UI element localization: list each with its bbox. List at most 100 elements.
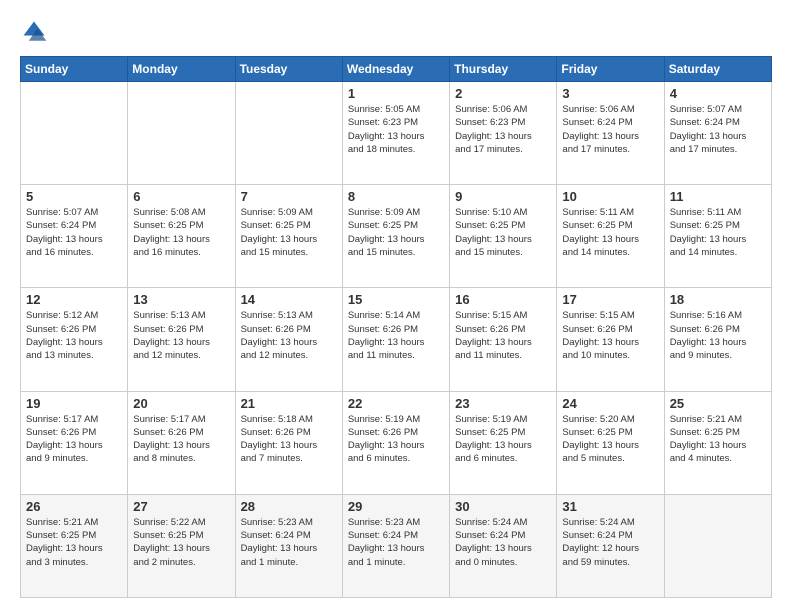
calendar-cell: 27 Sunrise: 5:22 AM Sunset: 6:25 PM Dayli… — [128, 494, 235, 597]
weekday-header: Sunday — [21, 57, 128, 82]
day-number: 18 — [670, 292, 766, 307]
day-info: Sunrise: 5:11 AM Sunset: 6:25 PM Dayligh… — [562, 206, 658, 259]
day-info: Sunrise: 5:15 AM Sunset: 6:26 PM Dayligh… — [455, 309, 551, 362]
calendar-cell: 2 Sunrise: 5:06 AM Sunset: 6:23 PM Daylig… — [450, 82, 557, 185]
day-number: 21 — [241, 396, 337, 411]
day-info: Sunrise: 5:07 AM Sunset: 6:24 PM Dayligh… — [26, 206, 122, 259]
day-info: Sunrise: 5:19 AM Sunset: 6:26 PM Dayligh… — [348, 413, 444, 466]
day-number: 12 — [26, 292, 122, 307]
day-number: 14 — [241, 292, 337, 307]
calendar-cell: 6Sunrise: 5:08 AM Sunset: 6:25 PM Daylig… — [128, 185, 235, 288]
calendar-cell: 30 Sunrise: 5:24 AM Sunset: 6:24 PM Dayli… — [450, 494, 557, 597]
day-info: Sunrise: 5:12 AM Sunset: 6:26 PM Dayligh… — [26, 309, 122, 362]
day-info: Sunrise: 5:23 AM Sunset: 6:24 PM Dayligh… — [348, 516, 444, 569]
calendar-cell: 1 Sunrise: 5:05 AM Sunset: 6:23 PM Daylig… — [342, 82, 449, 185]
weekday-header: Friday — [557, 57, 664, 82]
calendar-week-row: 5 Sunrise: 5:07 AM Sunset: 6:24 PM Daylig… — [21, 185, 772, 288]
day-number: 8 — [348, 189, 444, 204]
calendar-cell: 12 Sunrise: 5:12 AM Sunset: 6:26 PM Dayli… — [21, 288, 128, 391]
day-info: Sunrise: 5:11 AM Sunset: 6:25 PM Dayligh… — [670, 206, 766, 259]
day-number: 16 — [455, 292, 551, 307]
calendar-cell: 19Sunrise: 5:17 AM Sunset: 6:26 PM Dayli… — [21, 391, 128, 494]
day-number: 22 — [348, 396, 444, 411]
day-info: Sunrise: 5:06 AM Sunset: 6:24 PM Dayligh… — [562, 103, 658, 156]
day-number: 2 — [455, 86, 551, 101]
day-info: Sunrise: 5:20 AM Sunset: 6:25 PM Dayligh… — [562, 413, 658, 466]
day-number: 25 — [670, 396, 766, 411]
day-info: Sunrise: 5:17 AM Sunset: 6:26 PM Dayligh… — [133, 413, 229, 466]
weekday-header: Wednesday — [342, 57, 449, 82]
calendar-week-row: 12 Sunrise: 5:12 AM Sunset: 6:26 PM Dayli… — [21, 288, 772, 391]
calendar-cell: 25 Sunrise: 5:21 AM Sunset: 6:25 PM Dayli… — [664, 391, 771, 494]
day-info: Sunrise: 5:22 AM Sunset: 6:25 PM Dayligh… — [133, 516, 229, 569]
day-number: 1 — [348, 86, 444, 101]
day-info: Sunrise: 5:10 AM Sunset: 6:25 PM Dayligh… — [455, 206, 551, 259]
day-info: Sunrise: 5:24 AM Sunset: 6:24 PM Dayligh… — [455, 516, 551, 569]
day-info: Sunrise: 5:23 AM Sunset: 6:24 PM Dayligh… — [241, 516, 337, 569]
calendar-cell: 7Sunrise: 5:09 AM Sunset: 6:25 PM Daylig… — [235, 185, 342, 288]
day-number: 15 — [348, 292, 444, 307]
day-number: 10 — [562, 189, 658, 204]
day-info: Sunrise: 5:09 AM Sunset: 6:25 PM Dayligh… — [348, 206, 444, 259]
day-number: 24 — [562, 396, 658, 411]
calendar-body: 1 Sunrise: 5:05 AM Sunset: 6:23 PM Daylig… — [21, 82, 772, 598]
calendar-cell: 20Sunrise: 5:17 AM Sunset: 6:26 PM Dayli… — [128, 391, 235, 494]
calendar-cell: 3 Sunrise: 5:06 AM Sunset: 6:24 PM Daylig… — [557, 82, 664, 185]
calendar-cell: 10 Sunrise: 5:11 AM Sunset: 6:25 PM Dayli… — [557, 185, 664, 288]
logo — [20, 18, 52, 46]
calendar-cell: 9Sunrise: 5:10 AM Sunset: 6:25 PM Daylig… — [450, 185, 557, 288]
day-info: Sunrise: 5:07 AM Sunset: 6:24 PM Dayligh… — [670, 103, 766, 156]
day-number: 5 — [26, 189, 122, 204]
day-info: Sunrise: 5:15 AM Sunset: 6:26 PM Dayligh… — [562, 309, 658, 362]
day-info: Sunrise: 5:21 AM Sunset: 6:25 PM Dayligh… — [26, 516, 122, 569]
logo-icon — [20, 18, 48, 46]
calendar-cell — [235, 82, 342, 185]
calendar-header: SundayMondayTuesdayWednesdayThursdayFrid… — [21, 57, 772, 82]
calendar-cell — [128, 82, 235, 185]
day-number: 19 — [26, 396, 122, 411]
calendar-cell: 23Sunrise: 5:19 AM Sunset: 6:25 PM Dayli… — [450, 391, 557, 494]
calendar-table: SundayMondayTuesdayWednesdayThursdayFrid… — [20, 56, 772, 598]
calendar-cell: 4 Sunrise: 5:07 AM Sunset: 6:24 PM Daylig… — [664, 82, 771, 185]
calendar-cell: 18 Sunrise: 5:16 AM Sunset: 6:26 PM Dayli… — [664, 288, 771, 391]
calendar-cell: 24 Sunrise: 5:20 AM Sunset: 6:25 PM Dayli… — [557, 391, 664, 494]
calendar-cell: 11 Sunrise: 5:11 AM Sunset: 6:25 PM Dayli… — [664, 185, 771, 288]
calendar-cell: 15 Sunrise: 5:14 AM Sunset: 6:26 PM Dayli… — [342, 288, 449, 391]
weekday-header: Monday — [128, 57, 235, 82]
calendar-cell: 31Sunrise: 5:24 AM Sunset: 6:24 PM Dayli… — [557, 494, 664, 597]
calendar-cell: 26Sunrise: 5:21 AM Sunset: 6:25 PM Dayli… — [21, 494, 128, 597]
calendar-cell: 29Sunrise: 5:23 AM Sunset: 6:24 PM Dayli… — [342, 494, 449, 597]
calendar-week-row: 19 Sunrise: 5:17 AM Sunset: 6:26 PM Dayli… — [21, 391, 772, 494]
calendar-cell — [21, 82, 128, 185]
calendar-cell: 14 Sunrise: 5:13 AM Sunset: 6:26 PM Dayli… — [235, 288, 342, 391]
header — [20, 18, 772, 46]
calendar-cell: 22 Sunrise: 5:19 AM Sunset: 6:26 PM Dayli… — [342, 391, 449, 494]
day-number: 17 — [562, 292, 658, 307]
day-info: Sunrise: 5:18 AM Sunset: 6:26 PM Dayligh… — [241, 413, 337, 466]
weekday-header: Tuesday — [235, 57, 342, 82]
calendar-cell: 17 Sunrise: 5:15 AM Sunset: 6:26 PM Dayli… — [557, 288, 664, 391]
calendar-cell: 21 Sunrise: 5:18 AM Sunset: 6:26 PM Dayli… — [235, 391, 342, 494]
day-info: Sunrise: 5:06 AM Sunset: 6:23 PM Dayligh… — [455, 103, 551, 156]
day-info: Sunrise: 5:14 AM Sunset: 6:26 PM Dayligh… — [348, 309, 444, 362]
calendar-cell — [664, 494, 771, 597]
weekday-header: Thursday — [450, 57, 557, 82]
day-number: 4 — [670, 86, 766, 101]
day-number: 7 — [241, 189, 337, 204]
calendar-cell: 5 Sunrise: 5:07 AM Sunset: 6:24 PM Daylig… — [21, 185, 128, 288]
calendar-week-row: 1 Sunrise: 5:05 AM Sunset: 6:23 PM Daylig… — [21, 82, 772, 185]
weekday-header: Saturday — [664, 57, 771, 82]
weekday-row: SundayMondayTuesdayWednesdayThursdayFrid… — [21, 57, 772, 82]
day-info: Sunrise: 5:13 AM Sunset: 6:26 PM Dayligh… — [241, 309, 337, 362]
day-info: Sunrise: 5:24 AM Sunset: 6:24 PM Dayligh… — [562, 516, 658, 569]
calendar-cell: 16 Sunrise: 5:15 AM Sunset: 6:26 PM Dayli… — [450, 288, 557, 391]
day-number: 11 — [670, 189, 766, 204]
day-info: Sunrise: 5:19 AM Sunset: 6:25 PM Dayligh… — [455, 413, 551, 466]
day-number: 27 — [133, 499, 229, 514]
day-info: Sunrise: 5:05 AM Sunset: 6:23 PM Dayligh… — [348, 103, 444, 156]
day-info: Sunrise: 5:16 AM Sunset: 6:26 PM Dayligh… — [670, 309, 766, 362]
day-number: 30 — [455, 499, 551, 514]
day-info: Sunrise: 5:21 AM Sunset: 6:25 PM Dayligh… — [670, 413, 766, 466]
day-number: 3 — [562, 86, 658, 101]
calendar-cell: 8 Sunrise: 5:09 AM Sunset: 6:25 PM Daylig… — [342, 185, 449, 288]
